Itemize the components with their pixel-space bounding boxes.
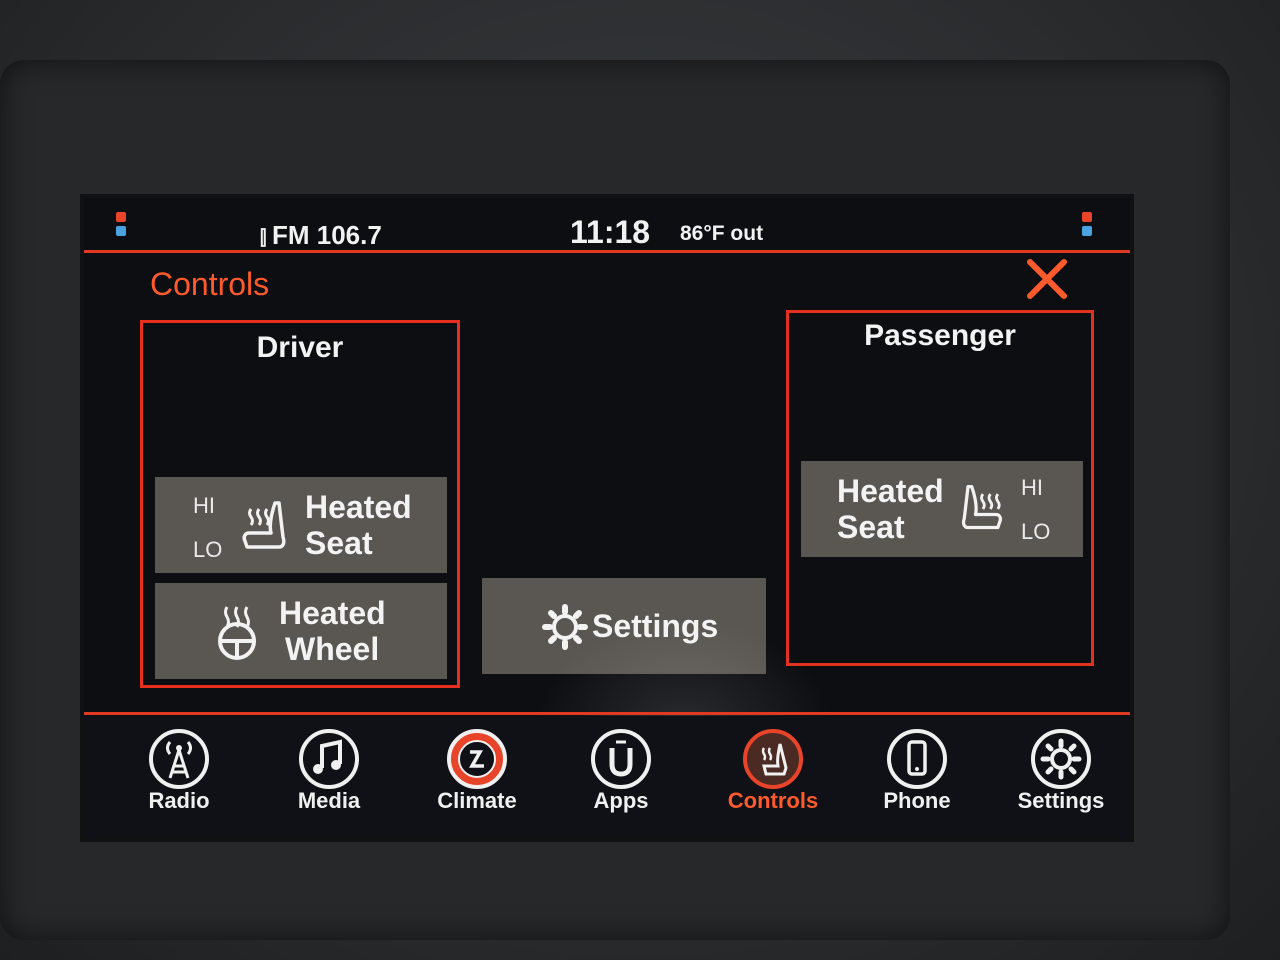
nav-phone-label: Phone: [883, 788, 951, 813]
nav-apps-label: Apps: [593, 788, 649, 813]
heated-wheel-label-line2: Wheel: [285, 631, 380, 667]
close-icon[interactable]: [1024, 256, 1070, 302]
passenger-seat-label-line2: Seat: [837, 509, 905, 545]
driver-heated-seat-button[interactable]: HI LO Heated Seat: [155, 477, 447, 573]
passenger-heated-seat-button[interactable]: Heated Seat HI LO: [801, 461, 1083, 557]
signal-icon: ⫿: [260, 227, 272, 249]
clock: 11:18: [570, 214, 651, 250]
nav-controls-label: Controls: [727, 788, 819, 813]
heated-seat-icon: [743, 729, 803, 789]
controls-settings-button[interactable]: Settings: [482, 578, 766, 674]
passenger-title: Passenger: [864, 319, 1016, 352]
heated-wheel-label-line1: Heated: [279, 595, 386, 631]
radio-station[interactable]: ⫿ FM 106.7: [260, 220, 382, 251]
nav-media-label: Media: [297, 788, 361, 813]
left-seat-indicator-icon: [116, 212, 126, 246]
gear-icon: [542, 604, 588, 650]
nav-media[interactable]: Media: [264, 716, 394, 838]
nav-radio-label: Radio: [148, 788, 210, 813]
heated-seat-icon: [961, 484, 1003, 530]
driver-seat-label-line1: Heated: [305, 489, 412, 525]
nav-apps[interactable]: Apps: [556, 716, 686, 838]
passenger-panel: Passenger Heated Seat HI LO: [786, 310, 1094, 666]
driver-seat-lo-label: LO: [193, 537, 223, 562]
infotainment-screen: ⫿ FM 106.7 11:18 86°F out Controls Drive…: [84, 198, 1130, 838]
nav-climate[interactable]: Climate: [412, 716, 542, 838]
heated-seat-icon: [242, 501, 286, 549]
music-note-icon: [299, 729, 359, 789]
bottom-nav: Radio Media Climate Apps Controls Phone …: [84, 716, 1130, 838]
phone-icon: [887, 729, 947, 789]
driver-seat-hi-label: HI: [193, 493, 215, 518]
nav-controls[interactable]: Controls: [708, 716, 838, 838]
nav-radio[interactable]: Radio: [114, 716, 244, 838]
nav-phone[interactable]: Phone: [852, 716, 982, 838]
radio-tower-icon: [149, 729, 209, 789]
settings-label: Settings: [592, 608, 719, 644]
heated-wheel-icon: [218, 606, 256, 660]
apps-icon: [591, 729, 651, 789]
passenger-seat-hi-label: HI: [1021, 475, 1043, 500]
passenger-seat-label-line1: Heated: [837, 473, 944, 509]
status-divider: [84, 250, 1130, 253]
nav-divider: [84, 712, 1130, 715]
page-title: Controls: [150, 266, 270, 302]
driver-panel: Driver HI LO Heated Seat Heated Wheel: [140, 320, 460, 688]
nav-climate-label: Climate: [437, 788, 517, 813]
heated-wheel-button[interactable]: Heated Wheel: [155, 583, 447, 679]
nav-settings[interactable]: Settings: [996, 716, 1126, 838]
status-bar: ⫿ FM 106.7 11:18 86°F out: [84, 198, 1130, 250]
climate-icon: [447, 729, 507, 789]
driver-seat-label-line2: Seat: [305, 525, 373, 561]
gear-icon: [1031, 729, 1091, 789]
right-seat-indicator-icon: [1082, 212, 1092, 246]
outside-temperature: 86°F out: [680, 222, 764, 245]
passenger-seat-lo-label: LO: [1021, 519, 1051, 544]
nav-settings-label: Settings: [1017, 788, 1105, 813]
driver-title: Driver: [256, 331, 344, 364]
